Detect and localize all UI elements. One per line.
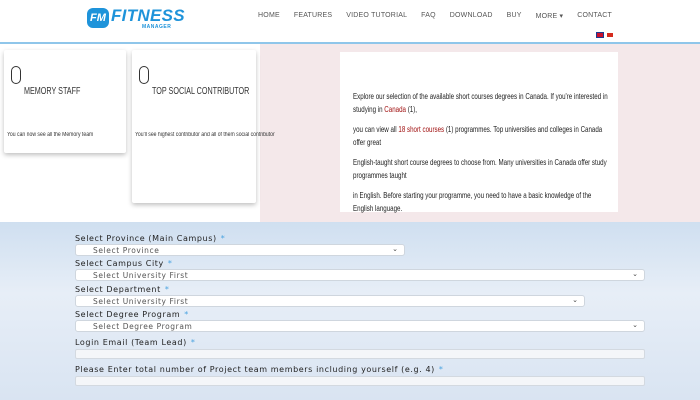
team-members-input[interactable]	[75, 376, 645, 386]
degree-program-select[interactable]: Select Degree Program ⌄	[75, 320, 645, 332]
login-email-label: Login Email (Team Lead) *	[75, 338, 196, 347]
feature-card-memory-staff[interactable]: MEMORY STAFF You can now see all the Mem…	[4, 50, 126, 153]
english-flag-icon[interactable]	[596, 32, 604, 38]
info-text: (1),	[405, 104, 417, 114]
nav-faq[interactable]: FAQ	[421, 12, 436, 20]
brand-logo-mark: FM	[87, 8, 109, 28]
feature-card-text: You can now see all the Memory team	[7, 132, 94, 138]
province-label: Select Province (Main Campus) *	[75, 234, 226, 243]
info-paragraph-line: English-taught short course degrees to c…	[353, 157, 607, 180]
required-marker: *	[438, 365, 444, 374]
campus-city-select-value: Select University First	[93, 271, 189, 280]
language-switcher	[596, 32, 614, 38]
nav-home[interactable]: HOME	[258, 12, 280, 20]
chevron-down-icon: ⌄	[632, 271, 638, 278]
registration-form: Select Province (Main Campus) * Select Pr…	[0, 222, 700, 400]
chevron-down-icon: ⌄	[632, 322, 638, 329]
info-paragraph-line: Explore our selection of the available s…	[353, 90, 612, 116]
department-select-value: Select University First	[93, 297, 189, 306]
campus-city-label: Select Campus City *	[75, 259, 173, 268]
feature-card-top-social-contributor[interactable]: TOP SOCIAL CONTRIBUTOR You'll see highes…	[132, 50, 275, 203]
province-select-value: Select Province	[93, 246, 160, 255]
nav-features[interactable]: FEATURES	[294, 12, 332, 20]
nav-more-dropdown[interactable]: MORE ▾	[536, 12, 564, 20]
top-header: FM FITNESS MANAGER HOME FEATURES VIDEO T…	[0, 0, 700, 44]
main-nav: HOME FEATURES VIDEO TUTORIAL FAQ DOWNLOA…	[244, 12, 612, 20]
required-marker: *	[190, 338, 196, 347]
feature-card-title: MEMORY STAFF	[24, 86, 81, 97]
info-paragraph-line: you can view all 18 short courses (1) pr…	[353, 123, 612, 149]
mouse-icon	[11, 66, 21, 84]
brand-logo[interactable]: FM FITNESS MANAGER	[87, 6, 185, 30]
required-marker: *	[220, 234, 226, 243]
brand-subtitle: MANAGER	[142, 24, 172, 30]
info-paragraph-line: in English. Before starting your program…	[353, 190, 592, 213]
nav-contact[interactable]: CONTACT	[577, 12, 612, 20]
department-label: Select Department *	[75, 285, 170, 294]
course-info-box: Explore our selection of the available s…	[340, 52, 618, 213]
mouse-icon	[139, 66, 149, 84]
team-members-label: Please Enter total number of Project tea…	[75, 365, 444, 374]
chevron-down-icon: ⌄	[572, 297, 578, 304]
nav-video-tutorial[interactable]: VIDEO TUTORIAL	[346, 12, 407, 20]
degree-program-label: Select Degree Program *	[75, 310, 189, 319]
department-select[interactable]: Select University First ⌄	[75, 295, 585, 307]
required-marker: *	[184, 310, 189, 319]
nav-buy[interactable]: BUY	[507, 12, 522, 20]
chevron-down-icon: ⌄	[392, 246, 398, 253]
feature-card-text: You'll see highest contributor and all o…	[135, 132, 275, 138]
campus-city-select[interactable]: Select University First ⌄	[75, 269, 645, 281]
province-select[interactable]: Select Province ⌄	[75, 244, 405, 256]
login-email-input[interactable]	[75, 349, 645, 359]
degree-program-select-value: Select Degree Program	[93, 322, 193, 331]
canada-link[interactable]: Canada	[384, 104, 406, 114]
feature-card-title: TOP SOCIAL CONTRIBUTOR	[152, 86, 250, 97]
brand-name: FITNESS	[111, 6, 185, 25]
required-marker: *	[167, 259, 173, 268]
short-courses-link[interactable]: 18 short courses	[398, 124, 444, 134]
required-marker: *	[164, 285, 170, 294]
nav-download[interactable]: DOWNLOAD	[450, 12, 493, 20]
alternate-language-flag-icon[interactable]	[606, 32, 614, 38]
info-text: you can view all	[353, 124, 399, 134]
